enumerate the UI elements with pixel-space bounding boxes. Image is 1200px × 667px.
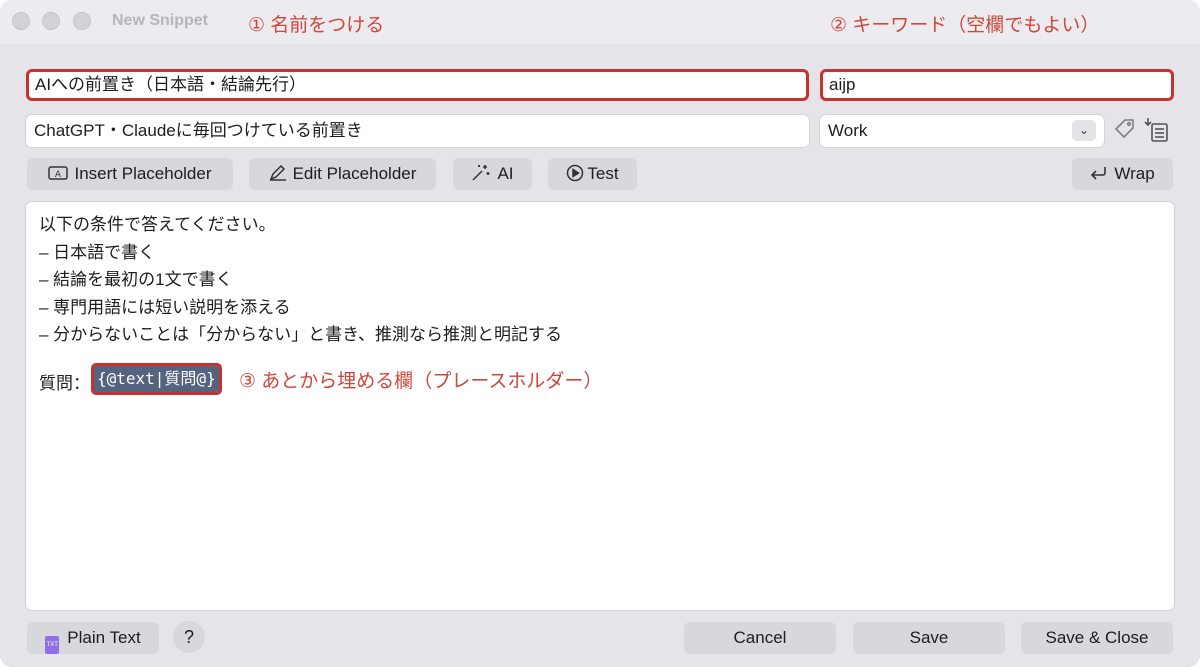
content-line: – 結論を最初の1文で書く — [39, 270, 233, 289]
snippet-window: New Snippet ① 名前をつける ② キーワード（空欄でもよい） AIへ… — [0, 0, 1200, 667]
save-button[interactable]: Save — [853, 622, 1005, 654]
edit-placeholder-button[interactable]: Edit Placeholder — [249, 158, 436, 190]
help-button[interactable]: ? — [173, 621, 205, 653]
placeholder-icon: A — [48, 159, 69, 191]
tag-icon[interactable] — [1113, 117, 1137, 146]
annotation-name: ① 名前をつける — [248, 15, 385, 36]
zoom-window-button[interactable] — [73, 12, 91, 30]
close-window-button[interactable] — [12, 12, 30, 30]
text-file-icon: TXT — [45, 636, 60, 654]
insert-placeholder-label: Insert Placeholder — [74, 164, 212, 183]
plain-text-label: Plain Text — [67, 628, 141, 647]
window-title: New Snippet — [112, 12, 209, 29]
annotation-keyword: ② キーワード（空欄でもよい） — [830, 15, 1100, 36]
description-input[interactable]: ChatGPT・Claudeに毎回つけている前置き — [26, 115, 809, 147]
chevron-down-icon: ⌄ — [1072, 120, 1096, 141]
save-close-button[interactable]: Save & Close — [1021, 622, 1173, 654]
title-bar: New Snippet ① 名前をつける ② キーワード（空欄でもよい） — [0, 0, 1200, 44]
wrap-button[interactable]: Wrap — [1072, 158, 1173, 190]
sparkles-icon — [471, 159, 491, 191]
content-line: – 専門用語には短い説明を添える — [39, 298, 291, 317]
wrap-label: Wrap — [1114, 164, 1155, 183]
snippet-name-input[interactable]: AIへの前置き（日本語・結論先行） — [26, 69, 809, 101]
keyword-input[interactable]: aijp — [820, 69, 1174, 101]
plain-text-button[interactable]: TXT Plain Text — [27, 622, 159, 654]
question-label: 質問： — [39, 374, 90, 393]
minimize-window-button[interactable] — [42, 12, 60, 30]
placeholder-token[interactable]: {@text|質問@} — [91, 363, 222, 395]
list-icon[interactable] — [1144, 116, 1170, 149]
content-line: – 分からないことは「分からない」と書き、推測なら推測と明記する — [39, 325, 562, 344]
ai-button[interactable]: AI — [453, 158, 532, 190]
content-line: 以下の条件で答えてください。 — [39, 215, 276, 234]
return-arrow-icon — [1090, 159, 1108, 191]
cancel-button[interactable]: Cancel — [684, 622, 836, 654]
ai-label: AI — [497, 164, 514, 183]
play-circle-icon — [566, 159, 584, 191]
svg-text:A: A — [55, 170, 62, 180]
snippet-content-editor[interactable]: 以下の条件で答えてください。 – 日本語で書く – 結論を最初の1文で書く – … — [26, 202, 1174, 610]
test-button[interactable]: Test — [548, 158, 637, 190]
insert-placeholder-button[interactable]: A Insert Placeholder — [27, 158, 233, 190]
edit-placeholder-label: Edit Placeholder — [292, 164, 417, 183]
test-label: Test — [587, 164, 619, 183]
annotation-placeholder: ③ あとから埋める欄（プレースホルダー） — [239, 371, 603, 392]
group-select-value: Work — [828, 121, 868, 140]
group-select[interactable]: Work ⌄ — [820, 115, 1104, 147]
content-line: – 日本語で書く — [39, 243, 156, 262]
pencil-icon — [269, 159, 287, 191]
